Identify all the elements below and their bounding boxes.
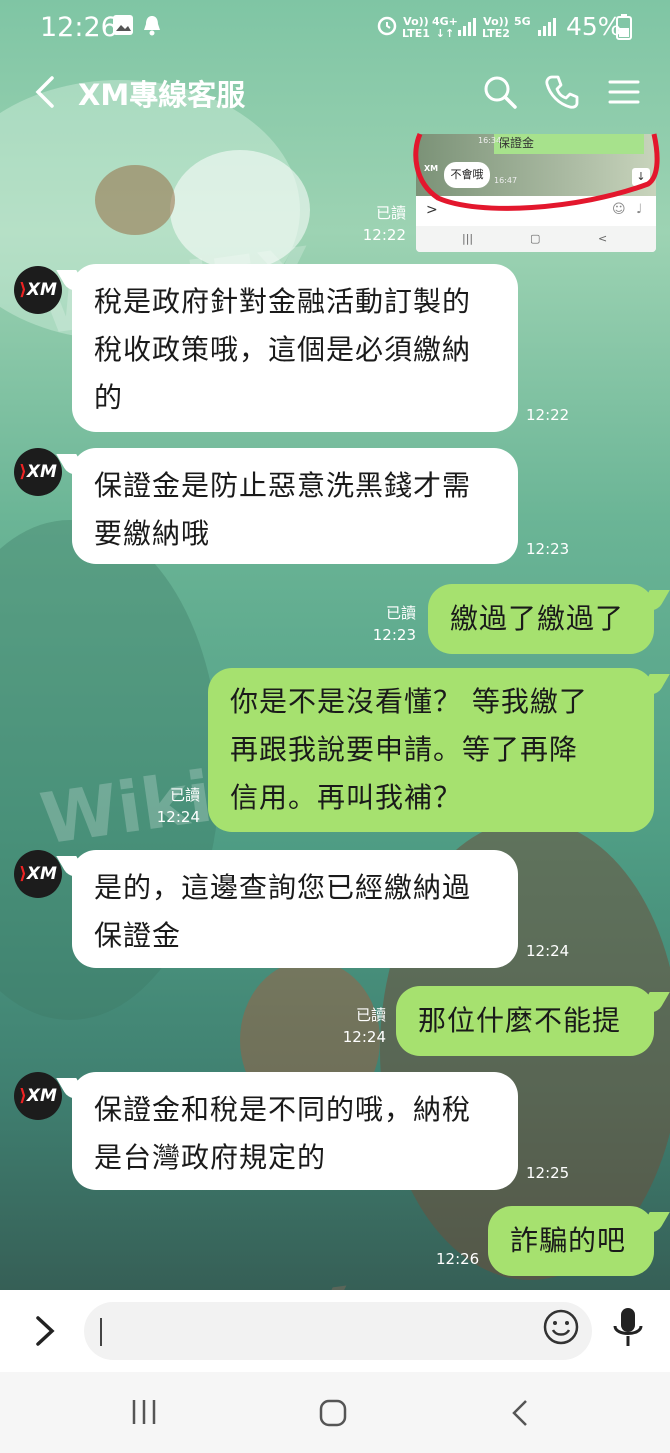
message-time: 12:23 xyxy=(526,540,570,558)
menu-icon[interactable] xyxy=(604,72,644,112)
sim2-label: Vo)) LTE2 xyxy=(482,15,510,40)
back-arrow-icon[interactable] xyxy=(28,72,68,112)
signal-icon xyxy=(458,18,476,36)
message-time: 12:25 xyxy=(526,1164,570,1182)
read-receipt: 已讀 12:24 xyxy=(342,1006,386,1046)
emoji-icon[interactable] xyxy=(542,1308,580,1346)
back-nav-icon[interactable] xyxy=(508,1398,532,1428)
sender-avatar[interactable]: ⟩XM xyxy=(14,266,62,314)
signal-icon xyxy=(538,18,556,36)
message-time: 12:26 xyxy=(436,1250,480,1268)
sender-avatar[interactable]: ⟩XM xyxy=(14,1072,62,1120)
read-receipt: 已讀 12:23 xyxy=(372,604,416,644)
microphone-icon[interactable] xyxy=(610,1306,646,1350)
gallery-icon xyxy=(113,15,133,35)
message-time: 12:24 xyxy=(526,942,570,960)
clock: 12:26 xyxy=(40,12,118,43)
sim2-gen: 5G xyxy=(514,15,531,28)
search-icon[interactable] xyxy=(480,72,520,112)
incoming-message-bubble[interactable]: 稅是政府針對金融活動訂製的 稅收政策哦，這個是必須繳納 的 xyxy=(72,264,518,432)
sender-avatar[interactable]: ⟩XM xyxy=(14,850,62,898)
outgoing-message-bubble[interactable]: 你是不是沒看懂？ 等我繳了 再跟我說要申請。等了再降 信用。再叫我補？ xyxy=(208,668,654,832)
incoming-message-bubble[interactable]: 保證金是防止惡意洗黑錢才需 要繳納哦 xyxy=(72,448,518,564)
read-receipt: 已讀 12:24 xyxy=(156,786,200,826)
text-cursor xyxy=(100,1318,102,1346)
status-bar: 12:26 Vo)) LTE1 4G+ ↓↑ Vo)) LTE2 5G 45% xyxy=(0,0,670,56)
read-receipt: 已讀 12:22 xyxy=(362,204,406,244)
phone-icon[interactable] xyxy=(542,72,582,112)
battery-icon xyxy=(616,14,632,40)
sender-avatar[interactable]: ⟩XM xyxy=(14,448,62,496)
notification-bell-icon xyxy=(144,16,160,36)
recent-apps-icon[interactable] xyxy=(130,1398,158,1426)
chat-title: XM專線客服 xyxy=(78,78,246,112)
red-annotation-scribble xyxy=(413,132,660,211)
chat-header: XM專線客服 xyxy=(0,56,670,126)
message-input[interactable] xyxy=(84,1302,592,1360)
system-nav-bar xyxy=(0,1372,670,1453)
sim1-gen: 4G+ ↓↑ xyxy=(432,15,458,40)
outgoing-message-bubble[interactable]: 詐騙的吧 xyxy=(488,1206,654,1276)
expand-chevron-icon[interactable] xyxy=(30,1312,60,1350)
battery-percent: 45% xyxy=(566,12,622,41)
incoming-message-bubble[interactable]: 是的，這邊查詢您已經繳納過 保證金 xyxy=(72,850,518,968)
message-time: 12:22 xyxy=(526,406,570,424)
incoming-message-bubble[interactable]: 保證金和稅是不同的哦，納稅 是台灣政府規定的 xyxy=(72,1072,518,1190)
message-composer xyxy=(0,1290,670,1372)
outgoing-message-bubble[interactable]: 那位什麼不能提 xyxy=(396,986,654,1056)
home-icon[interactable] xyxy=(318,1398,348,1428)
outgoing-message-bubble[interactable]: 繳過了繳過了 xyxy=(428,584,654,654)
alarm-icon xyxy=(377,16,397,36)
watermark: WikiFX xyxy=(76,1271,358,1290)
sim1-label: Vo)) LTE1 xyxy=(402,15,430,40)
